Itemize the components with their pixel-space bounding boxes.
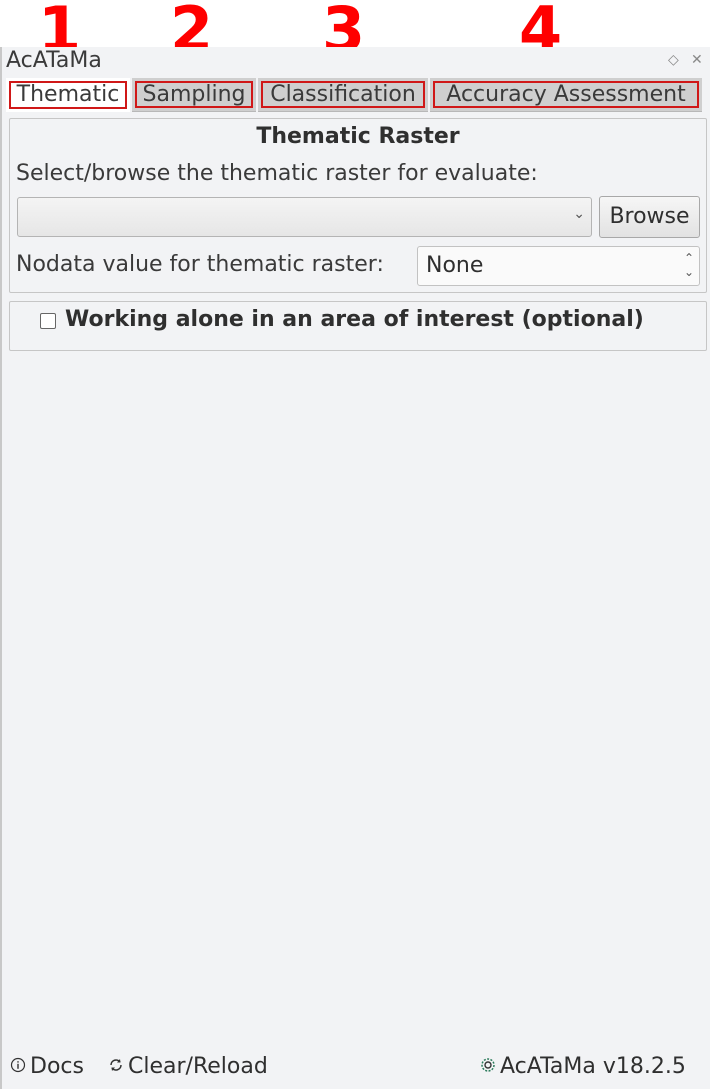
nodata-label: Nodata value for thematic raster: <box>16 252 384 277</box>
nodata-value: None <box>426 253 484 278</box>
tab-accuracy-assessment[interactable]: Accuracy Assessment <box>430 78 702 112</box>
thematic-raster-title: Thematic Raster <box>256 124 460 149</box>
aoi-checkbox[interactable] <box>40 313 56 329</box>
spin-updown-icon[interactable]: ⌃ ⌄ <box>684 251 694 279</box>
page: 1 2 3 4 AcATaMa ◇ ✕ Thematic Sampling Cl… <box>0 0 710 1089</box>
clear-reload-button[interactable]: Clear/Reload <box>108 1052 268 1082</box>
nodata-spinbox[interactable]: None ⌃ ⌄ <box>417 246 700 286</box>
thematic-raster-combo[interactable]: ⌄ <box>17 197 592 237</box>
tab-classification-label: Classification <box>261 81 425 108</box>
float-icon[interactable]: ◇ <box>668 50 679 70</box>
dock-title: AcATaMa <box>6 48 102 73</box>
reload-icon <box>110 1059 122 1071</box>
aoi-label: Working alone in an area of interest (op… <box>65 307 644 332</box>
select-raster-label: Select/browse the thematic raster for ev… <box>16 161 538 186</box>
acatama-logo-icon <box>481 1058 495 1072</box>
clear-reload-label: Clear/Reload <box>128 1054 268 1079</box>
info-icon <box>10 1057 26 1073</box>
tab-sampling-label: Sampling <box>135 81 253 108</box>
plugin-version: AcATaMa v18.2.5 <box>480 1052 686 1082</box>
area-of-interest-group: Working alone in an area of interest (op… <box>9 301 707 351</box>
tab-accuracy-assessment-label: Accuracy Assessment <box>433 81 699 108</box>
docs-link[interactable]: Docs <box>10 1052 84 1082</box>
docs-label: Docs <box>30 1054 84 1079</box>
version-label: AcATaMa v18.2.5 <box>500 1054 686 1079</box>
thematic-raster-group: Thematic Raster Select/browse the themat… <box>9 118 707 293</box>
chevron-down-icon: ⌄ <box>573 206 585 222</box>
tab-bar: Thematic Sampling Classification Accurac… <box>6 78 702 112</box>
tab-thematic[interactable]: Thematic <box>6 78 130 112</box>
browse-button[interactable]: Browse <box>599 196 700 238</box>
tab-classification[interactable]: Classification <box>258 78 428 112</box>
tab-thematic-label: Thematic <box>9 81 127 109</box>
acatama-dock-panel: AcATaMa ◇ ✕ Thematic Sampling Classifica… <box>0 47 710 1089</box>
close-icon[interactable]: ✕ <box>691 50 703 70</box>
tab-sampling[interactable]: Sampling <box>132 78 256 112</box>
